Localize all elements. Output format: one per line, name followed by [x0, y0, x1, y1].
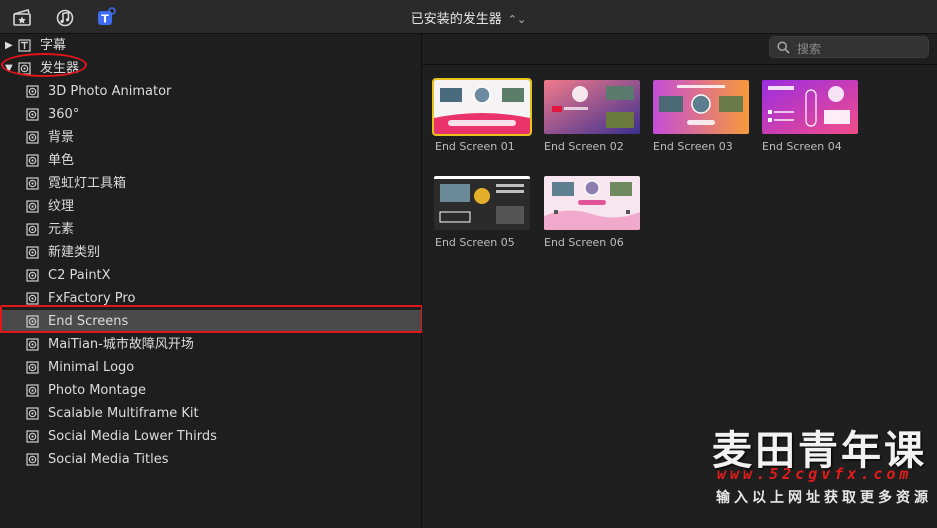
- sidebar-item-label: Social Media Titles: [48, 452, 169, 467]
- sidebar-item-label: 360°: [48, 107, 80, 122]
- sidebar-item-generator-category[interactable]: Social Media Titles: [0, 448, 421, 471]
- thumbnail-end-screen-04[interactable]: [762, 80, 858, 134]
- sidebar-item-label: MaiTian-城市故障风开场: [48, 337, 194, 352]
- generator-category-icon: [26, 108, 39, 121]
- end-screen-preview-image: [544, 176, 640, 230]
- sidebar-item-label: Minimal Logo: [48, 360, 135, 375]
- generator-category-icon: [26, 430, 39, 443]
- sidebar-item-generator-category[interactable]: 新建类别: [0, 241, 421, 264]
- sidebar-item-label: 背景: [48, 130, 75, 145]
- sidebar-item-generator-category[interactable]: Photo Montage: [0, 379, 421, 402]
- generator-category-icon: [26, 407, 39, 420]
- watermark-url: www.52cgvfx.com: [717, 465, 913, 483]
- generator-category-icon: [26, 154, 39, 167]
- sidebar-item-generator-category[interactable]: Social Media Lower Thirds: [0, 425, 421, 448]
- sidebar-item-generator-category[interactable]: C2 PaintX: [0, 264, 421, 287]
- thumbnail-label: End Screen 05: [435, 236, 515, 249]
- generator-category-icon: [26, 361, 39, 374]
- annotation-highlight-rect: [0, 305, 423, 333]
- end-screen-preview-image: [434, 176, 530, 230]
- generator-category-icon: [26, 453, 39, 466]
- sidebar-item-generator-category[interactable]: 元素: [0, 218, 421, 241]
- sidebar-item-label: 元素: [48, 222, 75, 237]
- sidebar-item-label: 霓虹灯工具箱: [48, 176, 127, 191]
- sidebar-item-generator-category[interactable]: 单色: [0, 149, 421, 172]
- thumbnail-label: End Screen 03: [653, 140, 733, 153]
- generator-category-icon: [26, 200, 39, 213]
- thumbnail-label: End Screen 04: [762, 140, 842, 153]
- generator-category-icon: [26, 269, 39, 282]
- sidebar-item-label: 单色: [48, 153, 75, 168]
- end-screen-preview-image: [434, 80, 530, 134]
- sidebar-item-generator-category[interactable]: Minimal Logo: [0, 356, 421, 379]
- generator-category-icon: [26, 223, 39, 236]
- thumbnail-label: End Screen 06: [544, 236, 624, 249]
- top-toolbar: T 已安装的发生器 ⌃⌄: [0, 0, 937, 34]
- end-screen-preview-image: [544, 80, 640, 134]
- sidebar-item-generator-category[interactable]: 背景: [0, 126, 421, 149]
- thumbnail-end-screen-05[interactable]: [434, 176, 530, 230]
- titles-category-icon: [18, 39, 31, 52]
- library-title[interactable]: 已安装的发生器 ⌃⌄: [0, 8, 937, 27]
- generators-sidebar: ▶ 字幕 ▼ 发生器 3D Photo Animator 360° 背景 单色 霓虹灯工…: [0, 34, 422, 528]
- sidebar-item-label: Scalable Multiframe Kit: [48, 406, 199, 421]
- sidebar-item-generator-category[interactable]: MaiTian-城市故障风开场: [0, 333, 421, 356]
- thumbnail-end-screen-06[interactable]: [544, 176, 640, 230]
- sidebar-item-label: Social Media Lower Thirds: [48, 429, 217, 444]
- generator-category-icon: [26, 85, 39, 98]
- disclosure-right-icon[interactable]: ▶: [5, 34, 13, 57]
- sidebar-item-generator-category[interactable]: 3D Photo Animator: [0, 80, 421, 103]
- sidebar-item-generator-category[interactable]: 霓虹灯工具箱: [0, 172, 421, 195]
- sidebar-item-label: 3D Photo Animator: [48, 84, 172, 99]
- search-field[interactable]: 搜索: [769, 36, 929, 58]
- annotation-ellipse: [1, 53, 87, 77]
- generator-category-icon: [26, 384, 39, 397]
- thumbnail-label: End Screen 02: [544, 140, 624, 153]
- sidebar-item-label: Photo Montage: [48, 383, 146, 398]
- thumbnail-end-screen-02[interactable]: [544, 80, 640, 134]
- watermark-slogan: 输入以上网址获取更多资源: [716, 490, 932, 506]
- thumbnail-end-screen-01[interactable]: [432, 78, 532, 136]
- thumbnail-end-screen-03[interactable]: [653, 80, 749, 134]
- end-screen-preview-image: [762, 80, 858, 134]
- generator-category-icon: [26, 246, 39, 259]
- sidebar-item-generator-category[interactable]: 纹理: [0, 195, 421, 218]
- sidebar-item-label: C2 PaintX: [48, 268, 111, 283]
- end-screen-preview-image: [653, 80, 749, 134]
- divider: [422, 64, 937, 65]
- generator-category-icon: [26, 292, 39, 305]
- search-placeholder: 搜索: [797, 42, 822, 56]
- sidebar-item-generator-category[interactable]: 360°: [0, 103, 421, 126]
- sidebar-item-generator-category[interactable]: Scalable Multiframe Kit: [0, 402, 421, 425]
- sidebar-item-label: 新建类别: [48, 245, 101, 260]
- generator-category-icon: [26, 131, 39, 144]
- generator-category-icon: [26, 177, 39, 190]
- thumbnail-label: End Screen 01: [435, 140, 515, 153]
- library-title-text: 已安装的发生器: [410, 12, 502, 27]
- search-icon: [777, 41, 790, 54]
- sidebar-item-label: 纹理: [48, 199, 75, 214]
- generator-category-icon: [26, 338, 39, 351]
- chevron-updown-icon: ⌃⌄: [507, 13, 527, 26]
